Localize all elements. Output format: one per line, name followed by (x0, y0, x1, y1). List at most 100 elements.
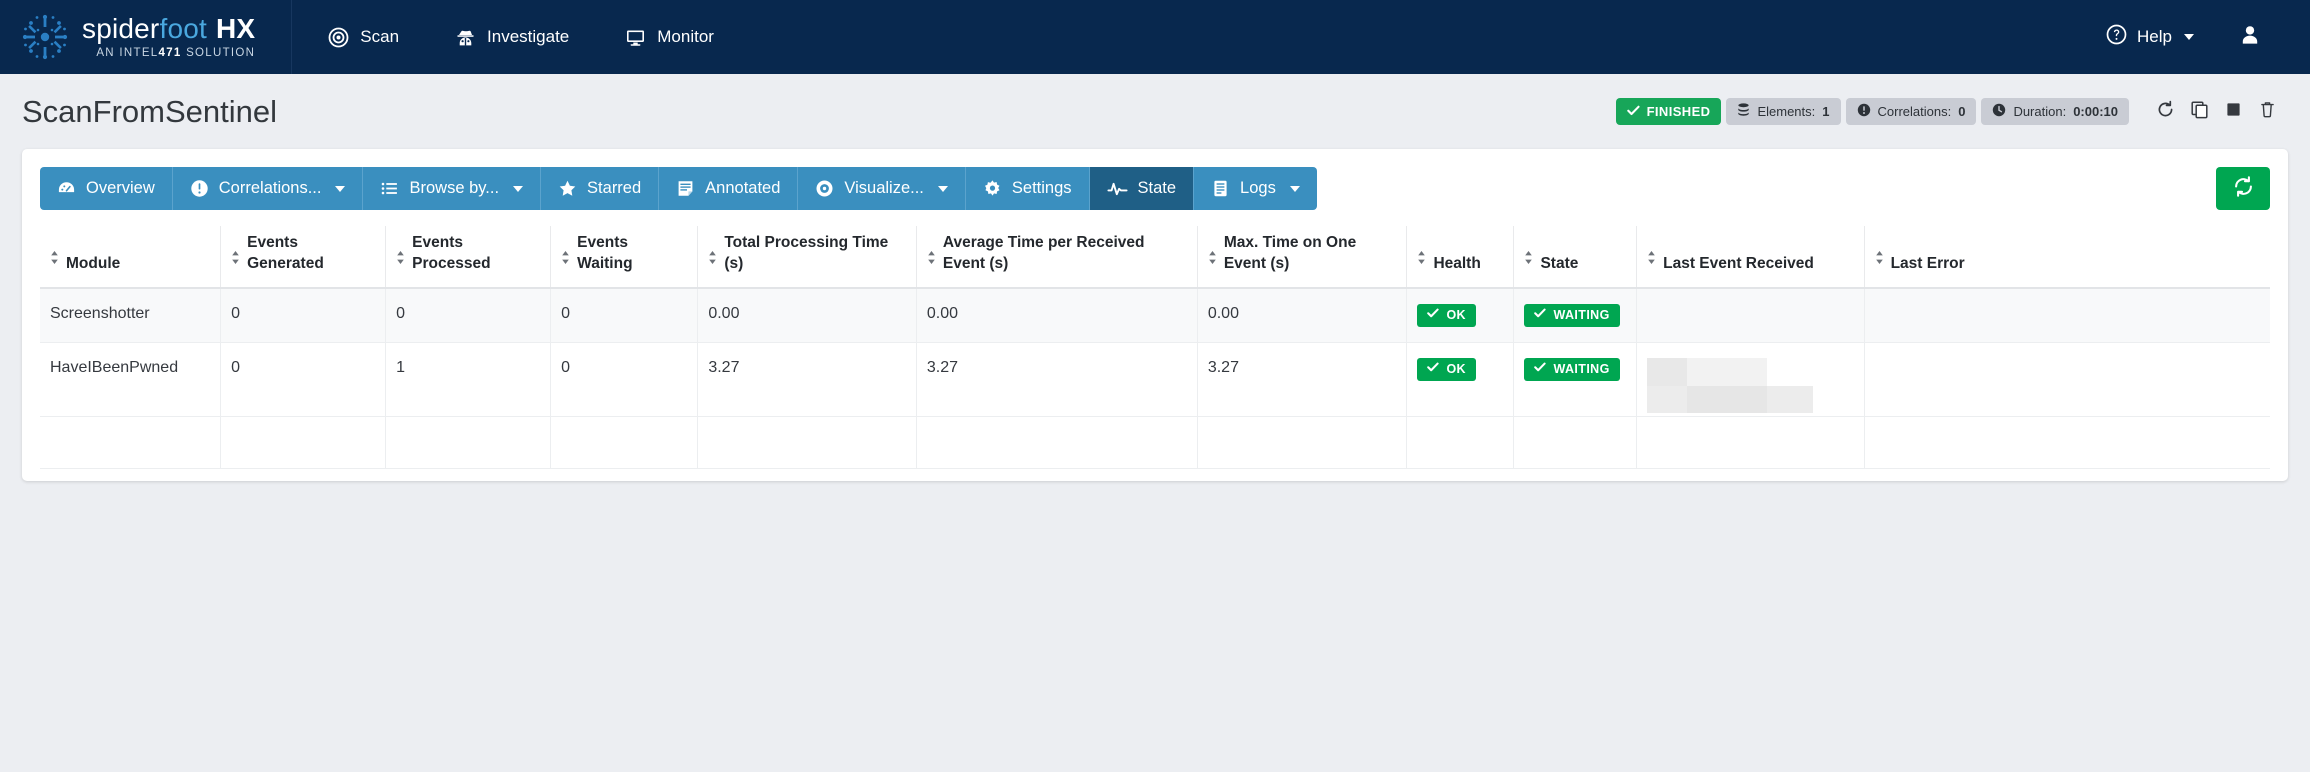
tab-logs-label: Logs (1240, 179, 1276, 197)
filler-cell (40, 416, 222, 469)
stop-scan-button[interactable] (2216, 97, 2250, 127)
tab-overview[interactable]: Overview (40, 167, 173, 210)
stop-icon (2224, 100, 2243, 124)
scan-header: ScanFromSentinel FINISHED Elements: 1 Cor… (0, 74, 2310, 149)
cell-max-time-on-one-event: 0.00 (1197, 287, 1408, 343)
nav-right-group: Help (2084, 0, 2284, 74)
cell-last-error (1864, 342, 2270, 417)
check-icon (1534, 361, 1547, 377)
tab-correlations[interactable]: Correlations... (172, 167, 364, 210)
pulse-icon (1106, 179, 1128, 198)
col-header-events-waiting[interactable]: Events Waiting (550, 226, 699, 289)
clone-scan-button[interactable] (2182, 97, 2216, 127)
tab-correlations-label: Correlations... (218, 179, 322, 197)
filler-cell (1864, 416, 2270, 469)
cell-events-waiting: 0 (550, 287, 699, 343)
sort-icon (708, 250, 717, 271)
sort-icon (927, 250, 936, 271)
col-header-state-label: State (1540, 255, 1579, 273)
check-icon (1534, 307, 1547, 323)
col-header-last-event-received-label: Last Event Received (1663, 255, 1814, 273)
col-header-average-time-per-received-event[interactable]: Average Time per Received Event (s) (916, 226, 1198, 289)
col-header-total-processing-time[interactable]: Total Processing Time (s) (697, 226, 917, 289)
module-state-table: Module Events Generated Events Processed… (40, 226, 2270, 469)
nav-item-scan-label: Scan (360, 27, 400, 46)
refresh-table-button[interactable] (2216, 167, 2270, 210)
tab-browse-by-label: Browse by... (409, 179, 500, 197)
col-header-max-time-on-one-event-label: Max. Time on One Event (s) (1223, 234, 1357, 273)
user-menu[interactable] (2216, 23, 2284, 52)
tab-visualize[interactable]: Visualize... (798, 167, 966, 210)
module-state-table-wrap: Module Events Generated Events Processed… (22, 226, 2288, 469)
help-menu-label: Help (2137, 27, 2172, 46)
cell-module: Screenshotter (40, 287, 222, 343)
cell-total-processing-time: 0.00 (697, 287, 917, 343)
col-header-health[interactable]: Health (1406, 226, 1515, 289)
filler-cell (697, 416, 917, 469)
cell-state: WAITING (1513, 287, 1638, 343)
elements-badge-value: 1 (1822, 104, 1830, 119)
list-icon (380, 179, 399, 198)
elements-badge: Elements: 1 (1726, 98, 1841, 125)
rerun-scan-button[interactable] (2148, 97, 2182, 127)
brand-logo[interactable]: spiderfoot HX AN INTEL471 SOLUTION (22, 0, 293, 74)
trash-icon (2258, 100, 2277, 124)
col-header-events-processed[interactable]: Events Processed (385, 226, 552, 289)
col-header-state[interactable]: State (1513, 226, 1638, 289)
tab-state[interactable]: State (1089, 167, 1195, 210)
cell-events-processed: 0 (385, 287, 552, 343)
gear-icon (983, 179, 1002, 198)
check-icon (1427, 361, 1440, 377)
filler-cell (550, 416, 699, 469)
col-header-last-error-label: Last Error (1890, 255, 1965, 273)
sort-icon (231, 250, 240, 271)
tab-settings[interactable]: Settings (965, 167, 1090, 210)
exclamation-circle-icon (190, 179, 209, 198)
chevron-down-icon (2184, 34, 2194, 40)
sort-icon (50, 250, 59, 271)
top-navbar: spiderfoot HX AN INTEL471 SOLUTION Scan I… (0, 0, 2310, 74)
sort-icon (1875, 250, 1884, 271)
tab-browse-by[interactable]: Browse by... (363, 167, 542, 210)
health-badge-label: OK (1446, 362, 1466, 377)
scan-actions (2148, 97, 2284, 127)
help-menu[interactable]: Help (2084, 24, 2216, 50)
sort-icon (561, 250, 570, 271)
sort-icon (1208, 250, 1217, 271)
tab-annotated-label: Annotated (705, 179, 781, 197)
page-title: ScanFromSentinel (22, 93, 278, 129)
refresh-icon (2156, 100, 2175, 124)
col-header-module[interactable]: Module (40, 226, 222, 289)
user-secret-icon (455, 27, 476, 48)
duration-badge: Duration: 0:00:10 (1981, 98, 2129, 125)
brand-word-spider: spider (82, 12, 160, 44)
tagline-bold: 471 (158, 46, 182, 59)
filler-cell (1197, 416, 1408, 469)
col-header-last-event-received[interactable]: Last Event Received (1636, 226, 1865, 289)
table-row[interactable]: HaveIBeenPwned 0 1 0 3.27 3.27 3.27 OK W… (40, 342, 2270, 417)
tab-starred[interactable]: Starred (541, 167, 660, 210)
table-row[interactable]: Screenshotter 0 0 0 0.00 0.00 0.00 OK WA… (40, 287, 2270, 343)
delete-scan-button[interactable] (2250, 97, 2284, 127)
exclamation-circle-icon (1857, 103, 1871, 120)
chevron-down-icon (335, 185, 346, 192)
cell-events-generated: 0 (220, 342, 387, 417)
sort-icon (1417, 250, 1426, 271)
nav-item-monitor[interactable]: Monitor (597, 0, 742, 74)
health-badge: OK (1417, 303, 1476, 327)
col-header-events-waiting-label: Events Waiting (577, 234, 633, 273)
col-header-last-error[interactable]: Last Error (1864, 226, 2270, 289)
col-header-max-time-on-one-event[interactable]: Max. Time on One Event (s) (1197, 226, 1408, 289)
tab-annotated[interactable]: Annotated (659, 167, 799, 210)
cell-max-time-on-one-event: 3.27 (1197, 342, 1408, 417)
filler-cell (385, 416, 552, 469)
star-icon (558, 179, 577, 198)
sort-icon (1647, 250, 1656, 271)
state-badge: WAITING (1524, 357, 1620, 381)
nav-item-investigate[interactable]: Investigate (427, 0, 597, 74)
nav-item-scan[interactable]: Scan (292, 0, 427, 74)
tab-logs[interactable]: Logs (1194, 167, 1317, 210)
col-header-events-generated[interactable]: Events Generated (220, 226, 387, 289)
scan-meta-group: FINISHED Elements: 1 Correlations: 0 Durat… (1615, 97, 2284, 127)
tagline-pre: AN INTEL (96, 46, 159, 59)
